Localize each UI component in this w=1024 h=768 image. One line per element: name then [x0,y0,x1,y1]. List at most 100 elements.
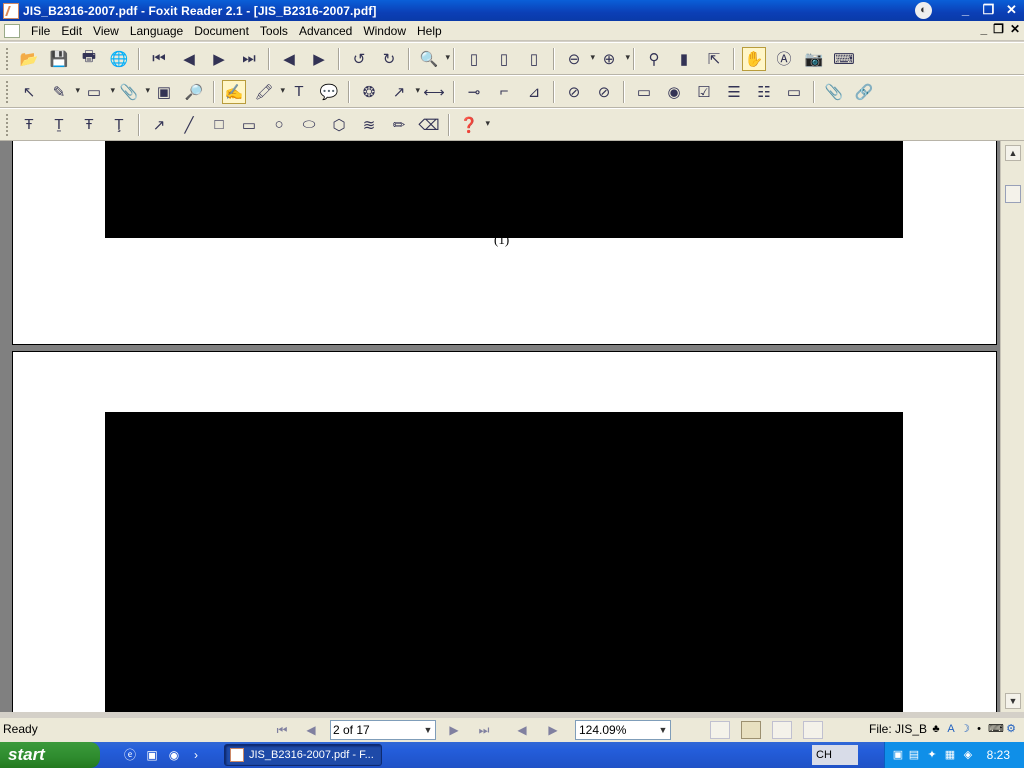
scroll-up-button[interactable]: ▲ [1005,145,1021,161]
minimize-button[interactable]: _ [955,1,976,20]
font-a-icon[interactable]: A [944,722,958,736]
dimension-icon[interactable]: ⟷ [422,80,446,104]
restore-button[interactable]: ❐ [978,1,999,20]
square-icon[interactable]: □ [207,113,231,137]
underline-icon[interactable]: Ṯ [47,113,71,137]
rotate-left-icon[interactable]: ↺ [347,47,371,71]
zoom-in-icon[interactable]: 🔍 [417,47,450,71]
first-page-button[interactable]: ⏮ [271,721,293,739]
find-icon[interactable]: ⚲ [642,47,666,71]
polygon-shape-icon[interactable]: ⬡ [327,113,351,137]
polygon-icon[interactable]: ⊿ [522,80,546,104]
select-text-icon[interactable]: Ⓐ [772,47,796,71]
circle-icon[interactable]: ○ [267,113,291,137]
radio-button-icon[interactable]: ◉ [662,80,686,104]
last-page-button[interactable]: ⏭ [473,721,495,739]
facing-layout-button[interactable] [772,721,792,739]
email-icon[interactable]: 🌐 [107,47,131,71]
toolbar-grip[interactable] [6,113,10,136]
doc-close-button[interactable]: ✕ [1010,22,1020,36]
scroll-down-button[interactable]: ▼ [1005,693,1021,709]
arrow-line-icon[interactable]: ↗ [147,113,171,137]
toolbar-grip[interactable] [6,47,10,70]
squiggly-icon[interactable]: Ţ [107,113,131,137]
next-page-icon[interactable]: ▶ [207,47,231,71]
select-annotation-icon[interactable]: ↖ [17,80,41,104]
security-icon[interactable]: ✦ [925,748,939,762]
menu-view[interactable]: View [88,24,125,38]
go-back-button[interactable]: ◀ [511,721,533,739]
cloud-icon[interactable]: ≋ [357,113,381,137]
moon-icon[interactable]: ☽ [958,722,972,736]
menu-tools[interactable]: Tools [255,24,294,38]
page-indicator-field[interactable]: 2 of 17 ▼ [330,720,436,740]
checkbox-icon[interactable]: ☑ [692,80,716,104]
scroll-thumb[interactable] [1005,185,1021,203]
facing-page-icon[interactable]: ▯ [522,47,546,71]
zoom-plus-icon[interactable]: ⊕ [597,47,630,71]
rectangle-icon[interactable]: ▭ [82,80,115,104]
text-tool-icon[interactable]: T [287,80,311,104]
doc-minimize-button[interactable]: _ [980,22,987,36]
document-viewport[interactable]: (1) [0,141,1024,712]
snapshot-icon[interactable]: 📷 [802,47,826,71]
first-page-icon[interactable]: ⏮ [147,47,171,71]
go-back-icon[interactable]: ◀ [277,47,301,71]
single-page-layout-button[interactable] [710,721,730,739]
menu-edit[interactable]: Edit [56,24,88,38]
pencil-draw-icon[interactable]: ✎ [47,80,80,104]
vertical-scrollbar[interactable]: ▲ ▼ [1000,141,1024,712]
save-icon[interactable]: 💾 [47,47,71,71]
menu-advanced[interactable]: Advanced [294,24,358,38]
network-icon[interactable]: ▣ [891,748,905,762]
language-bar[interactable]: CH [812,745,858,765]
eraser-icon[interactable]: ⌫ [417,113,441,137]
bookmark-icon[interactable]: ▮ [672,47,696,71]
menu-document[interactable]: Document [189,24,255,38]
taskbar-foxit-task[interactable]: JIS_B2316-2007.pdf - F... [224,744,382,766]
highlight-text-icon[interactable]: Ŧ [17,113,41,137]
chevron-right-icon[interactable]: › [188,747,204,763]
note-edit-icon[interactable]: ✍ [222,79,246,104]
keyboard-tray-icon[interactable]: ▦ [943,748,957,762]
link-icon[interactable]: 🔗 [852,80,876,104]
strikeout-icon[interactable]: Ŧ [77,113,101,137]
display-icon[interactable]: ▤ [907,748,921,762]
menu-file[interactable]: File [26,24,56,38]
next-page-button[interactable]: ▶ [443,721,465,739]
arrow-icon[interactable]: ↗ [387,80,420,104]
continuous-facing-layout-button[interactable] [803,721,823,739]
attach-file-icon[interactable]: 📎 [822,80,846,104]
continuous-layout-button[interactable] [741,721,761,739]
list-box-icon[interactable]: ☰ [722,80,746,104]
form-clear-icon[interactable]: ⊘ [592,80,616,104]
start-button[interactable]: start [0,742,100,768]
dot-icon[interactable]: • [972,722,986,736]
toolbar-grip[interactable] [6,80,10,103]
polyline-icon[interactable]: ⌐ [492,80,516,104]
zoom-field[interactable]: 124.09% ▼ [575,720,671,740]
go-forward-button[interactable]: ▶ [542,721,564,739]
shapes-icon[interactable]: ♣ [929,722,943,736]
combo-box-icon[interactable]: ☷ [752,80,776,104]
go-forward-icon[interactable]: ▶ [307,47,331,71]
line-connect-icon[interactable]: ⊸ [462,80,486,104]
magnifier-icon[interactable]: 🔎 [182,80,206,104]
line-icon[interactable]: ╱ [177,113,201,137]
chevron-down-icon[interactable]: ▼ [421,721,435,739]
rotate-right-icon[interactable]: ↻ [377,47,401,71]
ie-icon[interactable]: ⓔ [122,747,138,763]
attachment-icon[interactable]: 📎 [117,80,150,104]
previous-page-icon[interactable]: ◀ [177,47,201,71]
typewriter-icon[interactable]: ⌨ [832,47,856,71]
form-field-icon[interactable]: ⊘ [562,80,586,104]
menu-window[interactable]: Window [358,24,412,38]
globe-icon[interactable]: ◐ [915,2,932,19]
doc-restore-button[interactable]: ❐ [993,22,1004,36]
ellipse-icon[interactable]: ⬭ [297,113,321,137]
zoom-out-icon[interactable]: ⊖ [562,47,595,71]
text-field-icon[interactable]: ▭ [782,80,806,104]
gear-icon[interactable]: ⚙ [1004,722,1018,736]
open-icon[interactable]: 📂 [17,47,41,71]
image-icon[interactable]: ▣ [152,80,176,104]
